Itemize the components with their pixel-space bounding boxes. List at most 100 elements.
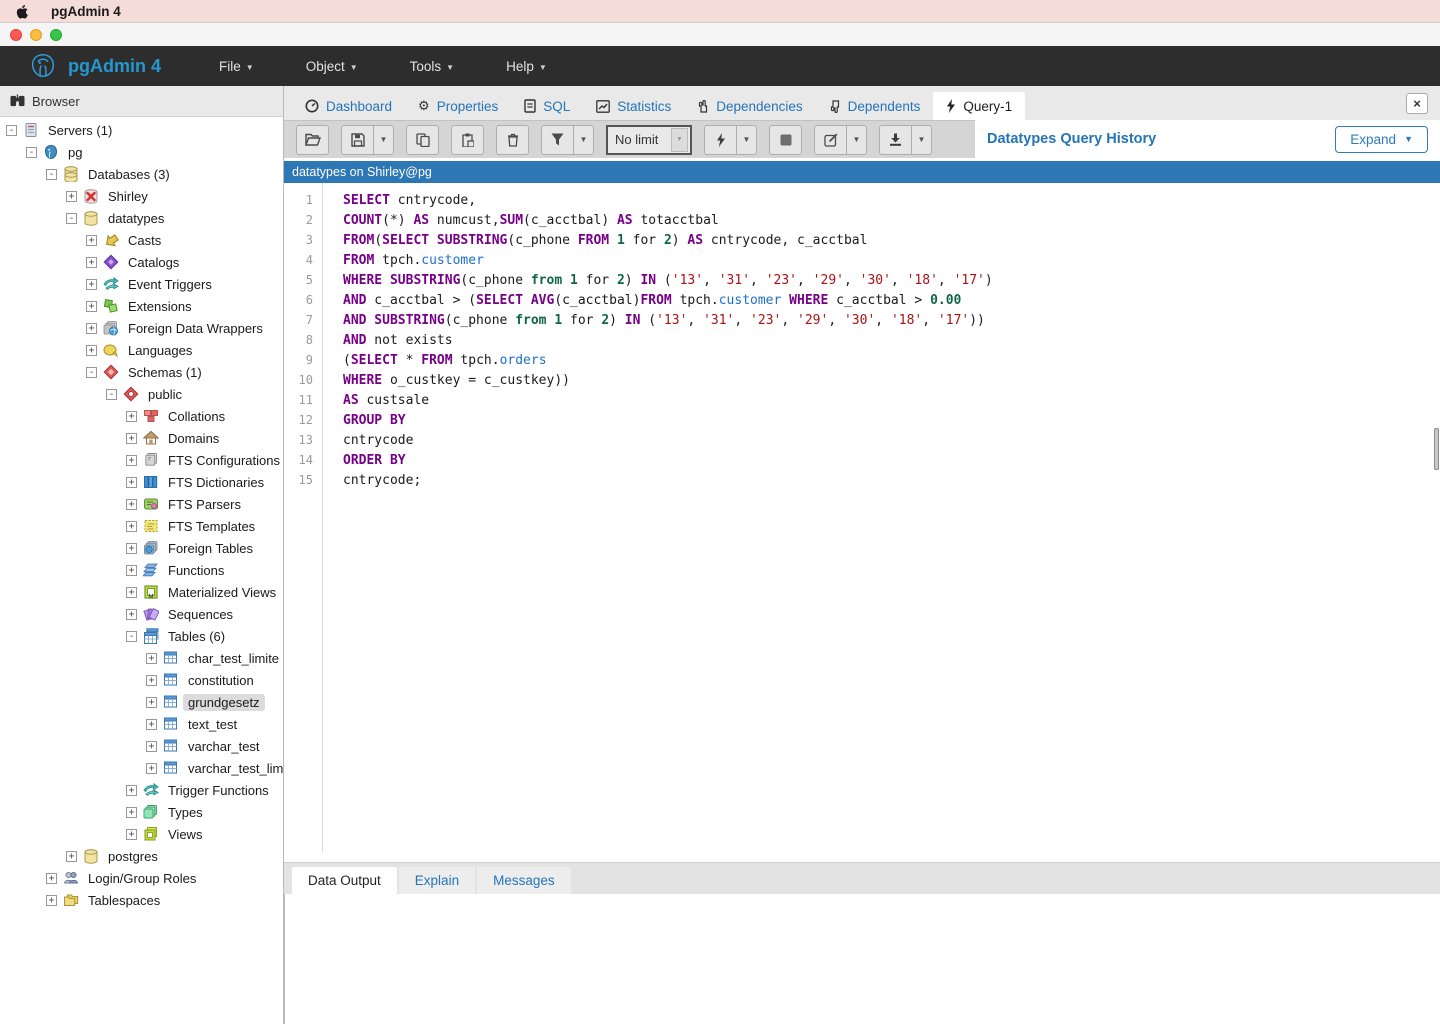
zoom-window-button[interactable]: [50, 29, 62, 41]
tree-item-label[interactable]: constitution: [183, 672, 259, 689]
tree-item-label[interactable]: Servers (1): [43, 122, 117, 139]
tab-dashboard[interactable]: Dashboard: [292, 92, 405, 120]
expand-icon[interactable]: +: [126, 587, 137, 598]
tree-item-label[interactable]: Foreign Data Wrappers: [123, 320, 268, 337]
tree-item-public[interactable]: - public: [0, 383, 283, 405]
edit-menu-button[interactable]: ▼: [846, 125, 867, 155]
tree-item-text-test[interactable]: +text_test: [0, 713, 283, 735]
expand-icon[interactable]: +: [126, 829, 137, 840]
collapse-icon[interactable]: -: [6, 125, 17, 136]
execute-query-button[interactable]: [704, 125, 737, 155]
tree-item-tablespaces[interactable]: +Tablespaces: [0, 889, 283, 911]
copy-button[interactable]: [406, 125, 439, 155]
tree-item-label[interactable]: varchar_test: [183, 738, 265, 755]
tree-item-postgres[interactable]: + postgres: [0, 845, 283, 867]
sql-editor[interactable]: 123456789101112131415 SELECT cntrycode,C…: [284, 183, 1440, 853]
apple-icon[interactable]: [14, 3, 29, 20]
expand-icon[interactable]: +: [126, 521, 137, 532]
tree-item-label[interactable]: Languages: [123, 342, 197, 359]
expand-icon[interactable]: +: [126, 499, 137, 510]
expand-icon[interactable]: +: [126, 609, 137, 620]
tree-item-fts-templates[interactable]: + FTS Templates: [0, 515, 283, 537]
sql-line[interactable]: AND c_acctbal > (SELECT AVG(c_acctbal)FR…: [343, 293, 1440, 313]
sql-code-area[interactable]: SELECT cntrycode,COUNT(*) AS numcust,SUM…: [323, 183, 1440, 853]
collapse-icon[interactable]: -: [86, 367, 97, 378]
expand-icon[interactable]: +: [126, 433, 137, 444]
collapse-icon[interactable]: -: [46, 169, 57, 180]
tab-query-1[interactable]: Query-1: [933, 92, 1025, 120]
collapse-icon[interactable]: -: [26, 147, 37, 158]
expand-icon[interactable]: +: [66, 851, 77, 862]
expand-icon[interactable]: +: [46, 873, 57, 884]
sql-line[interactable]: SELECT cntrycode,: [343, 193, 1440, 213]
filter-button[interactable]: [541, 125, 574, 155]
tree-item-char-test-limite[interactable]: +char_test_limite: [0, 647, 283, 669]
tree-item-label[interactable]: FTS Templates: [163, 518, 260, 535]
tree-item-label[interactable]: grundgesetz: [183, 694, 265, 711]
tab-data-output[interactable]: Data Output: [292, 867, 397, 894]
tree-item-fts-dictionaries[interactable]: +FTS Dictionaries: [0, 471, 283, 493]
expand-icon[interactable]: +: [146, 653, 157, 664]
panel-splitter[interactable]: [284, 853, 1440, 862]
collapse-icon[interactable]: -: [106, 389, 117, 400]
tree-item-schemas-1[interactable]: -Schemas (1): [0, 361, 283, 383]
paste-button[interactable]: [451, 125, 484, 155]
row-limit-select[interactable]: No limit ▼: [606, 125, 692, 155]
expand-icon[interactable]: +: [126, 785, 137, 796]
tree-item-label[interactable]: Casts: [123, 232, 166, 249]
tree-item-label[interactable]: Event Triggers: [123, 276, 217, 293]
sql-line[interactable]: GROUP BY: [343, 413, 1440, 433]
sql-line[interactable]: AND not exists: [343, 333, 1440, 353]
sql-line[interactable]: WHERE SUBSTRING(c_phone from 1 for 2) IN…: [343, 273, 1440, 293]
expand-icon[interactable]: +: [86, 345, 97, 356]
open-file-button[interactable]: [296, 125, 329, 155]
stop-button[interactable]: [769, 125, 802, 155]
tree-item-label[interactable]: Shirley: [103, 188, 153, 205]
tree-item-materialized-views[interactable]: +MMaterialized Views: [0, 581, 283, 603]
editor-scrollbar[interactable]: [1434, 428, 1439, 470]
expand-icon[interactable]: +: [126, 807, 137, 818]
menu-tools[interactable]: Tools▼: [410, 59, 454, 74]
tree-item-label[interactable]: public: [143, 386, 187, 403]
expand-icon[interactable]: +: [126, 411, 137, 422]
tree-item-pg[interactable]: - pg: [0, 141, 283, 163]
tree-item-label[interactable]: FTS Configurations: [163, 452, 283, 469]
sql-line[interactable]: cntrycode: [343, 433, 1440, 453]
tree-item-label[interactable]: FTS Dictionaries: [163, 474, 269, 491]
tree-item-label[interactable]: Login/Group Roles: [83, 870, 201, 887]
tree-item-label[interactable]: pg: [63, 144, 87, 161]
tree-item-label[interactable]: Catalogs: [123, 254, 184, 271]
tree-item-label[interactable]: Extensions: [123, 298, 197, 315]
tree-item-databases-3[interactable]: -Databases (3): [0, 163, 283, 185]
browser-panel-header[interactable]: Browser: [0, 86, 283, 117]
sql-line[interactable]: ORDER BY: [343, 453, 1440, 473]
download-button[interactable]: [879, 125, 912, 155]
tree-item-label[interactable]: Domains: [163, 430, 224, 447]
expand-icon[interactable]: +: [126, 543, 137, 554]
tree-item-tables-6[interactable]: -Tables (6): [0, 625, 283, 647]
sql-line[interactable]: WHERE o_custkey = c_custkey)): [343, 373, 1440, 393]
tree-item-label[interactable]: varchar_test_lim: [183, 760, 283, 777]
sql-line[interactable]: cntrycode;: [343, 473, 1440, 493]
tree-item-label[interactable]: Materialized Views: [163, 584, 281, 601]
tree-item-label[interactable]: Types: [163, 804, 208, 821]
expand-icon[interactable]: +: [146, 675, 157, 686]
edit-button[interactable]: [814, 125, 847, 155]
tab-dependencies[interactable]: Dependencies: [684, 92, 815, 120]
expand-icon[interactable]: +: [66, 191, 77, 202]
tree-item-label[interactable]: Tables (6): [163, 628, 230, 645]
minimize-window-button[interactable]: [30, 29, 42, 41]
delete-button[interactable]: [496, 125, 529, 155]
expand-icon[interactable]: +: [126, 565, 137, 576]
tree-item-label[interactable]: FTS Parsers: [163, 496, 246, 513]
expand-icon[interactable]: +: [146, 719, 157, 730]
tree-item-foreign-data-wrappers[interactable]: +Foreign Data Wrappers: [0, 317, 283, 339]
tree-item-collations[interactable]: +Collations: [0, 405, 283, 427]
tree-item-label[interactable]: postgres: [103, 848, 163, 865]
tree-item-login-group-roles[interactable]: + Login/Group Roles: [0, 867, 283, 889]
tree-item-varchar-test[interactable]: +varchar_test: [0, 735, 283, 757]
tree-item-label[interactable]: Trigger Functions: [163, 782, 274, 799]
tab-sql[interactable]: SQL: [511, 92, 583, 120]
tree-item-foreign-tables[interactable]: +Foreign Tables: [0, 537, 283, 559]
tree-item-servers-1[interactable]: - Servers (1): [0, 119, 283, 141]
